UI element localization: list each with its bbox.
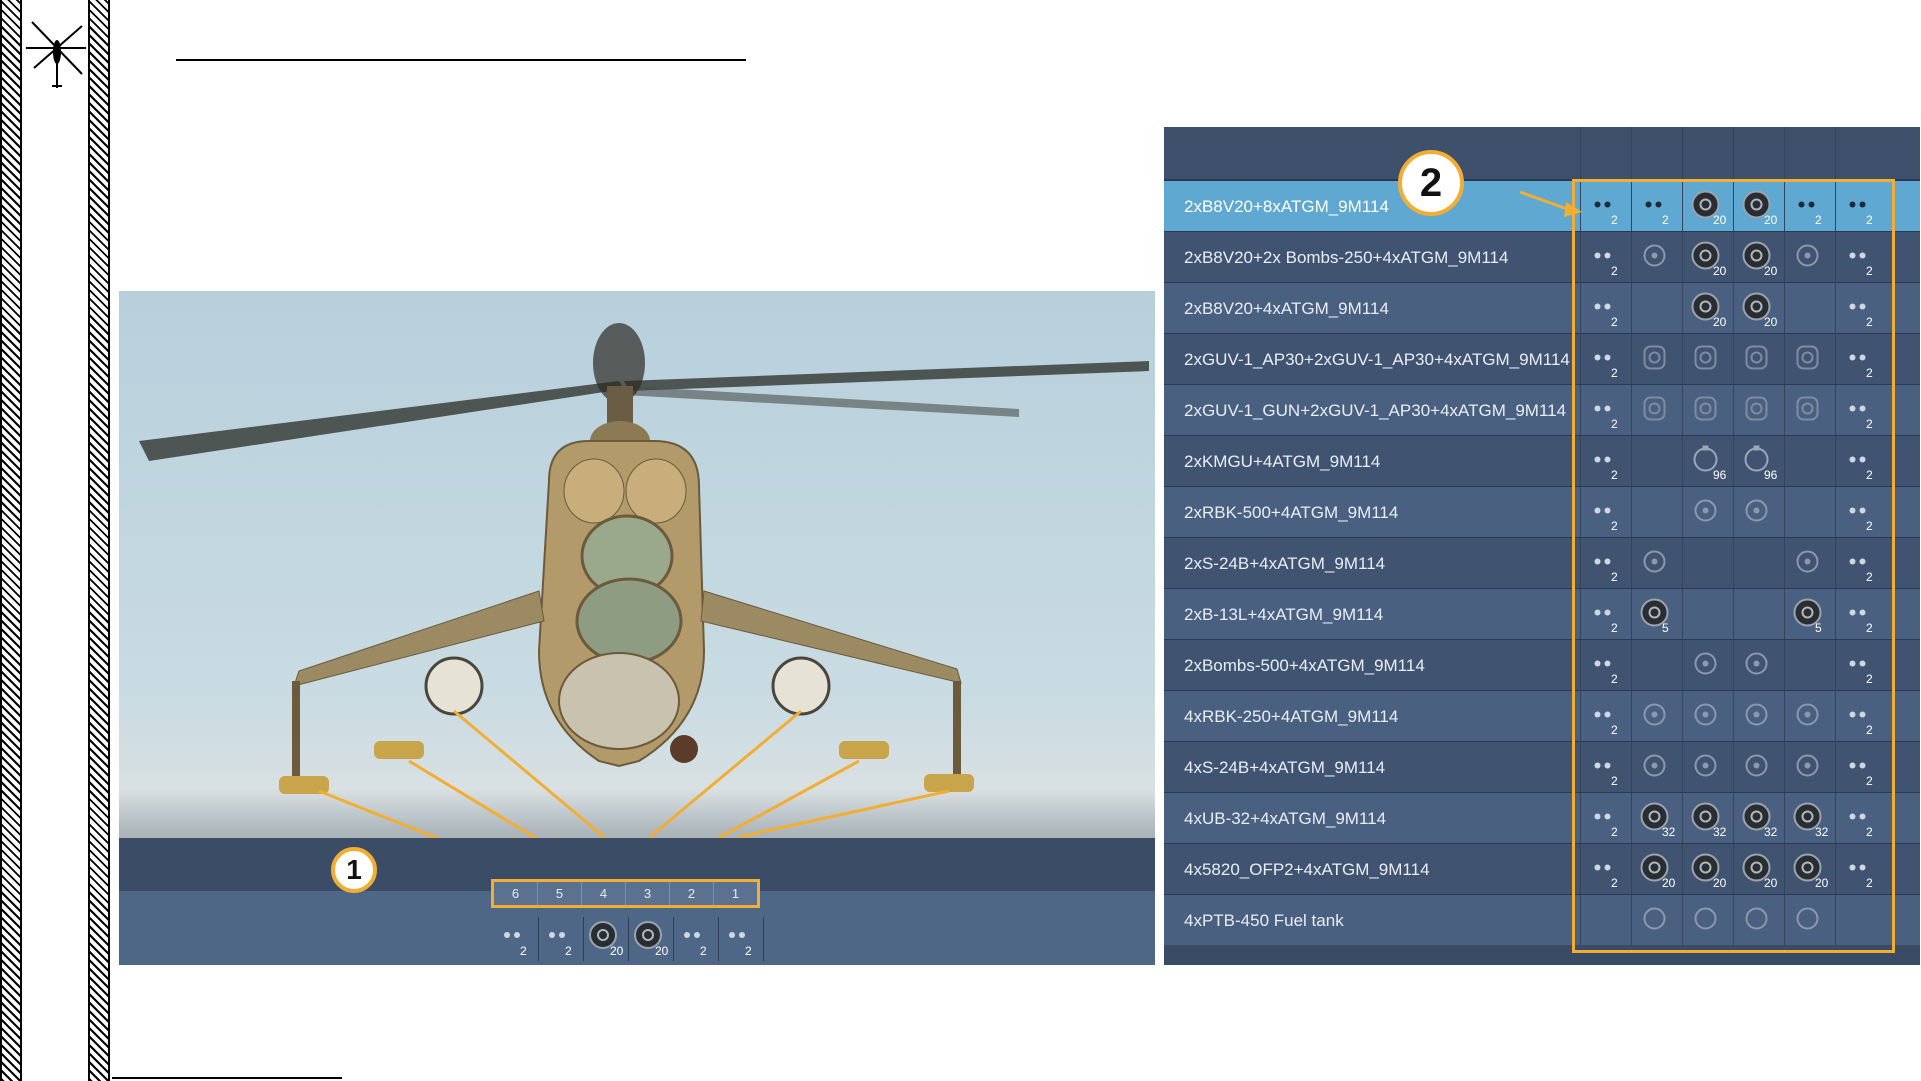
right-border-hatch: [88, 0, 110, 1081]
ptur-pair-icon: 2: [549, 932, 572, 958]
helicopter-front-view-image: 654321 2 2 20 20 2 2 1: [119, 291, 1155, 965]
rocket-pod-icon: 20: [634, 921, 669, 958]
loadout-name: 2xKMGU+4ATGM_9M114: [1184, 452, 1381, 471]
pylon-columns-highlight: [1572, 179, 1895, 953]
pylon-number: 1: [714, 882, 757, 905]
callout-2-arrow: [1519, 190, 1582, 217]
pylon-number: 6: [494, 882, 538, 905]
pylon-store-cell[interactable]: 2: [719, 917, 764, 961]
loadout-name: 4xS-24B+4xATGM_9M114: [1184, 758, 1386, 777]
loadout-name: 2xRBK-500+4ATGM_9M114: [1184, 503, 1399, 522]
loadout-name: 2xGUV-1_AP30+2xGUV-1_AP30+4xATGM_9M114: [1184, 350, 1570, 369]
loadout-name: 4xPTB-450 Fuel tank: [1184, 911, 1344, 930]
header-column: [1682, 127, 1733, 179]
callout-badge-2: 2: [1398, 150, 1464, 216]
pylon-store-cell[interactable]: 2: [494, 917, 539, 961]
loadout-name: 2xB-13L+4xATGM_9M114: [1184, 605, 1384, 624]
store-count: 20: [610, 944, 624, 958]
pylon-number: 3: [626, 882, 670, 905]
store-count: 2: [700, 944, 707, 958]
pylon-store-cell[interactable]: 20: [584, 917, 629, 961]
header-column: [1784, 127, 1835, 179]
loadout-name: 2xS-24B+4xATGM_9M114: [1184, 554, 1386, 573]
ptur-pair-icon: 2: [504, 932, 527, 958]
pylon-number: 2: [670, 882, 714, 905]
pylon-number: 5: [538, 882, 582, 905]
ptur-pair-icon: 2: [729, 932, 752, 958]
left-border-hatch: [0, 0, 22, 1081]
footer-rule: [112, 1077, 342, 1079]
loadout-name: 4xRBK-250+4ATGM_9M114: [1184, 707, 1399, 726]
loadout-name: 4xUB-32+4xATGM_9M114: [1184, 809, 1387, 828]
loadout-name: 2xB8V20+4xATGM_9M114: [1184, 299, 1389, 318]
loadout-name: 2xBombs-500+4xATGM_9M114: [1184, 656, 1425, 675]
header-column: [1733, 127, 1784, 179]
pylon-store-row: 2 2 20 20 2 2: [494, 917, 764, 961]
rocket-pod-icon: 20: [589, 921, 624, 958]
helicopter-logo-icon: [26, 21, 86, 88]
callout-badge-1: 1: [331, 847, 377, 893]
pylon-store-cell[interactable]: 20: [629, 917, 674, 961]
ptur-pair-icon: 2: [684, 932, 707, 958]
loadout-name: 4x5820_OFP2+4xATGM_9M114: [1184, 860, 1430, 879]
loadout-name: 2xB8V20+2x Bombs-250+4xATGM_9M114: [1184, 248, 1509, 267]
header-column: [1835, 127, 1886, 179]
header-column: [1631, 127, 1682, 179]
pylon-store-cell[interactable]: 2: [539, 917, 584, 961]
pylon-number-row: 654321: [491, 879, 760, 908]
title-underline: [176, 59, 746, 61]
pylon-number: 4: [582, 882, 626, 905]
loadout-name: 2xB8V20+8xATGM_9M114: [1184, 197, 1389, 216]
store-count: 20: [655, 944, 669, 958]
store-count: 2: [745, 944, 752, 958]
loadout-name: 2xGUV-1_GUN+2xGUV-1_AP30+4xATGM_9M114: [1184, 401, 1567, 420]
store-count: 2: [565, 944, 572, 958]
store-count: 2: [520, 944, 527, 958]
pylon-store-cell[interactable]: 2: [674, 917, 719, 961]
